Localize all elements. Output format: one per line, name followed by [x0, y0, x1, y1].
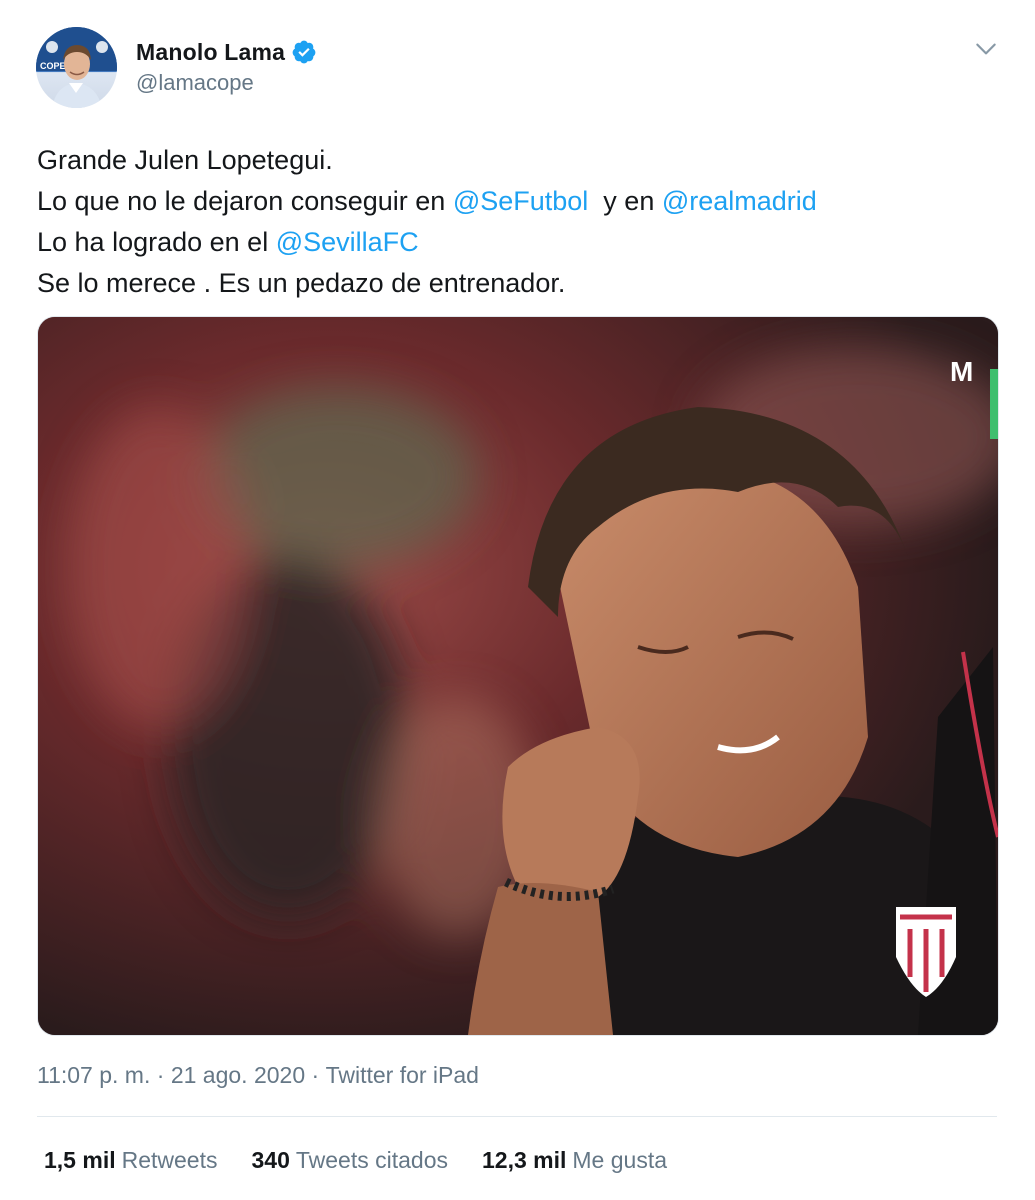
text-segment: Se lo merece . Es un pedazo de entrenado…: [37, 268, 566, 298]
profile-photo-icon: COPE: [36, 27, 117, 108]
verified-badge-icon: [292, 40, 316, 64]
text-segment: Lo que no le dejaron conseguir en: [37, 186, 453, 216]
tweet-line: Se lo merece . Es un pedazo de entrenado…: [37, 263, 997, 304]
meta-separator: ·: [156, 1062, 165, 1088]
author-display-name[interactable]: Manolo Lama: [136, 39, 285, 66]
quote-tweets-label: Tweets citados: [295, 1147, 448, 1173]
author-avatar[interactable]: COPE: [36, 27, 117, 108]
coach-photo: M: [38, 317, 998, 1035]
retweets-stat[interactable]: 1,5 mil Retweets: [44, 1147, 217, 1174]
mention-realmadrid[interactable]: @realmadrid: [662, 186, 817, 216]
text-segment: Grande Julen Lopetegui.: [37, 145, 333, 175]
tweet-time[interactable]: 11:07 p. m.: [37, 1062, 150, 1089]
retweets-count: 1,5 mil: [44, 1147, 116, 1173]
quote-tweets-count: 340: [251, 1147, 290, 1173]
tweet-date[interactable]: 21 ago. 2020: [171, 1062, 305, 1089]
author-name-row: Manolo Lama: [136, 36, 317, 68]
chevron-down-icon[interactable]: [973, 36, 999, 62]
tweet-line: Lo ha logrado en el @SevillaFC: [37, 222, 997, 263]
tweet-source[interactable]: Twitter for iPad: [326, 1062, 479, 1089]
likes-count: 12,3 mil: [482, 1147, 567, 1173]
likes-label: Me gusta: [572, 1147, 667, 1173]
retweets-label: Retweets: [121, 1147, 218, 1173]
divider: [37, 1116, 997, 1117]
tweet-card: COPE Manolo Lama @lamacope Grande Julen …: [0, 0, 1035, 1200]
tweet-line: Lo que no le dejaron conseguir en @SeFut…: [37, 181, 997, 222]
author-handle[interactable]: @lamacope: [136, 70, 254, 96]
tweet-text: Grande Julen Lopetegui. Lo que no le dej…: [37, 140, 997, 304]
broadcaster-logo: M: [950, 356, 973, 387]
meta-separator: ·: [311, 1062, 320, 1088]
likes-stat[interactable]: 12,3 mil Me gusta: [482, 1147, 667, 1174]
tweet-metadata: 11:07 p. m. · 21 ago. 2020 · Twitter for…: [37, 1062, 479, 1089]
avatar-badge-text: COPE: [40, 61, 66, 71]
quote-tweets-stat[interactable]: 340 Tweets citados: [251, 1147, 448, 1174]
tweet-media-photo[interactable]: M: [37, 316, 999, 1036]
tweet-stats: 1,5 mil Retweets 340 Tweets citados 12,3 m…: [44, 1147, 701, 1174]
text-segment: y en: [588, 186, 662, 216]
tweet-line: Grande Julen Lopetegui.: [37, 140, 997, 181]
text-segment: Lo ha logrado en el: [37, 227, 276, 257]
mention-sefutbol[interactable]: @SeFutbol: [453, 186, 588, 216]
mention-sevillafc[interactable]: @SevillaFC: [276, 227, 419, 257]
